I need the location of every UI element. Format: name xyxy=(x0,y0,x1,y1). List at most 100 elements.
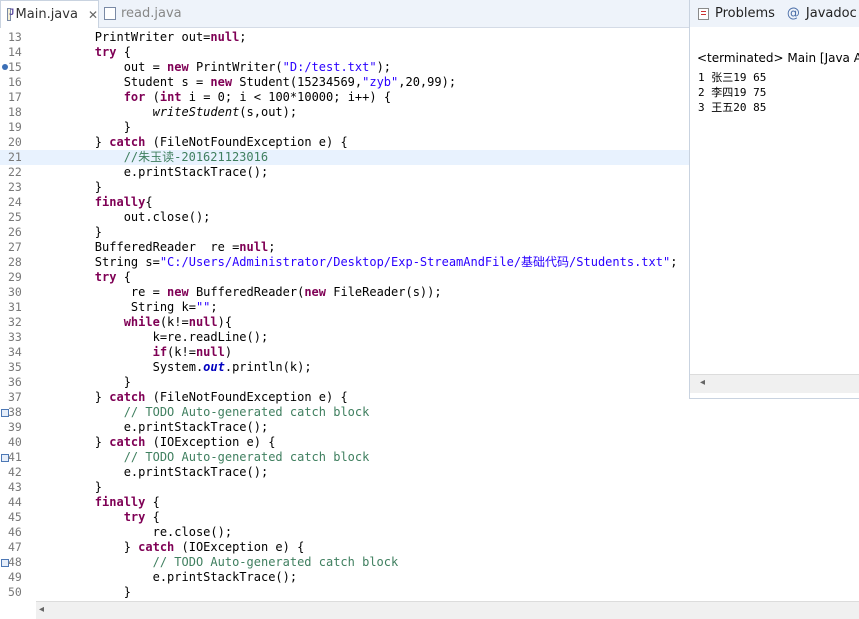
code-line[interactable]: 39 e.printStackTrace(); xyxy=(0,420,690,435)
code-line[interactable]: 45 try { xyxy=(0,510,690,525)
code-line[interactable]: 34 if(k!=null) xyxy=(0,345,690,360)
code-text: while(k!=null){ xyxy=(123,315,233,329)
code-text: // TODO Auto-generated catch block xyxy=(123,450,370,464)
code-editor[interactable]: 13 PrintWriter out=null; 14 try {15 out =… xyxy=(0,28,690,600)
code-line[interactable]: 38 // TODO Auto-generated catch block xyxy=(0,405,690,420)
code-text: } xyxy=(37,375,131,389)
code-text: if(k!=null) xyxy=(152,345,233,359)
code-text: e.printStackTrace(); xyxy=(37,465,269,479)
line-number: 47 xyxy=(8,540,22,554)
code-text: k=re.readLine(); xyxy=(37,330,269,344)
code-text: out = new PrintWriter("D:/test.txt"); xyxy=(37,60,392,74)
code-line[interactable]: 14 try { xyxy=(0,45,690,60)
line-number: 15 xyxy=(8,60,22,74)
line-number: 31 xyxy=(8,300,22,314)
code-text: e.printStackTrace(); xyxy=(37,420,269,434)
code-text: } catch (FileNotFoundException e) { xyxy=(37,390,348,404)
code-line[interactable]: 27 BufferedReader re =null; xyxy=(0,240,690,255)
code-line[interactable]: 48 // TODO Auto-generated catch block xyxy=(0,555,690,570)
code-text: e.printStackTrace(); xyxy=(37,165,269,179)
line-number: 18 xyxy=(8,105,22,119)
code-line[interactable]: 24 finally{ xyxy=(0,195,690,210)
code-text: } xyxy=(37,180,103,194)
code-line[interactable]: 13 PrintWriter out=null; xyxy=(0,30,690,45)
line-number: 44 xyxy=(8,495,22,509)
line-number: 29 xyxy=(8,270,22,284)
code-line[interactable]: 32 while(k!=null){ xyxy=(0,315,690,330)
code-line[interactable]: 36 } xyxy=(0,375,690,390)
code-line[interactable]: 50 } xyxy=(0,585,690,600)
code-line[interactable]: 33 k=re.readLine(); xyxy=(0,330,690,345)
code-line[interactable]: 28 String s="C:/Users/Administrator/Desk… xyxy=(0,255,690,270)
line-number: 17 xyxy=(8,90,22,104)
code-line[interactable]: 15 out = new PrintWriter("D:/test.txt"); xyxy=(0,60,690,75)
tab-label: Main.java xyxy=(15,7,78,22)
code-line[interactable]: 25 out.close(); xyxy=(0,210,690,225)
code-text: } catch (IOException e) { xyxy=(37,540,305,554)
ruler-bottom xyxy=(0,601,36,619)
code-text: } xyxy=(37,225,103,239)
code-line[interactable]: 22 e.printStackTrace(); xyxy=(0,165,690,180)
line-number: 21 xyxy=(8,150,22,164)
code-line[interactable]: 37 } catch (FileNotFoundException e) { xyxy=(0,390,690,405)
code-text: System.out.println(k); xyxy=(37,360,312,374)
view-tab-bar: Problems @ Javadoc xyxy=(690,0,859,27)
code-text: PrintWriter out=null; xyxy=(37,30,247,44)
code-line[interactable]: 44 finally { xyxy=(0,495,690,510)
code-line[interactable]: 30 re = new BufferedReader(new FileReade… xyxy=(0,285,690,300)
code-line[interactable]: 18 writeStudent(s,out); xyxy=(0,105,690,120)
code-text: writeStudent(s,out); xyxy=(152,105,298,119)
scroll-left-icon[interactable]: ◂ xyxy=(39,604,44,615)
tab-javadoc[interactable]: @ Javadoc xyxy=(787,6,857,21)
scroll-left-icon[interactable]: ◂ xyxy=(700,377,705,388)
code-text: // TODO Auto-generated catch block xyxy=(152,555,399,569)
horizontal-scrollbar[interactable]: ◂ xyxy=(36,601,859,619)
code-line[interactable]: 49 e.printStackTrace(); xyxy=(0,570,690,585)
line-number: 32 xyxy=(8,315,22,329)
code-line[interactable]: 23 } xyxy=(0,180,690,195)
code-text: finally{ xyxy=(94,195,153,209)
line-number: 13 xyxy=(8,30,22,44)
code-line[interactable]: 20 } catch (FileNotFoundException e) { xyxy=(0,135,690,150)
line-number: 34 xyxy=(8,345,22,359)
code-text: } xyxy=(37,480,103,494)
tab-main-java[interactable]: Main.java ✕ xyxy=(0,0,99,28)
line-number: 33 xyxy=(8,330,22,344)
code-text: String s="C:/Users/Administrator/Desktop… xyxy=(37,255,678,269)
code-line[interactable]: 31 String k=""; xyxy=(0,300,690,315)
code-line[interactable]: 19 } xyxy=(0,120,690,135)
code-line[interactable]: 26 } xyxy=(0,225,690,240)
line-number: 16 xyxy=(8,75,22,89)
close-icon[interactable]: ✕ xyxy=(88,8,98,22)
line-number: 36 xyxy=(8,375,22,389)
code-text: re = new BufferedReader(new FileReader(s… xyxy=(37,285,442,299)
code-line[interactable]: 42 e.printStackTrace(); xyxy=(0,465,690,480)
code-text: Student s = new Student(15234569,"zyb",2… xyxy=(37,75,457,89)
code-text: out.close(); xyxy=(37,210,211,224)
line-number: 40 xyxy=(8,435,22,449)
code-text: try { xyxy=(123,510,160,524)
line-number: 37 xyxy=(8,390,22,404)
code-line[interactable]: 16 Student s = new Student(15234569,"zyb… xyxy=(0,75,690,90)
tab-label: Problems xyxy=(715,6,775,21)
tab-problems[interactable]: Problems xyxy=(698,6,775,21)
code-text: for (int i = 0; i < 100*10000; i++) { xyxy=(123,90,392,104)
tab-label: Javadoc xyxy=(805,6,857,21)
code-line[interactable]: 47 } catch (IOException e) { xyxy=(0,540,690,555)
line-number: 48 xyxy=(8,555,22,569)
code-line[interactable]: 21 //朱玉读-201621123016 xyxy=(0,150,690,165)
line-number: 30 xyxy=(8,285,22,299)
code-text: } xyxy=(37,120,131,134)
code-line[interactable]: 17 for (int i = 0; i < 100*10000; i++) { xyxy=(0,90,690,105)
line-number: 22 xyxy=(8,165,22,179)
code-line[interactable]: 43 } xyxy=(0,480,690,495)
code-text: String k=""; xyxy=(37,300,218,314)
code-line[interactable]: 29 try { xyxy=(0,270,690,285)
code-line[interactable]: 46 re.close(); xyxy=(0,525,690,540)
code-line[interactable]: 40 } catch (IOException e) { xyxy=(0,435,690,450)
console-horizontal-scrollbar[interactable]: ◂ xyxy=(690,374,859,393)
code-line[interactable]: 35 System.out.println(k); xyxy=(0,360,690,375)
code-line[interactable]: 41 // TODO Auto-generated catch block xyxy=(0,450,690,465)
line-number: 20 xyxy=(8,135,22,149)
tab-read-java[interactable]: read.java xyxy=(98,0,188,27)
